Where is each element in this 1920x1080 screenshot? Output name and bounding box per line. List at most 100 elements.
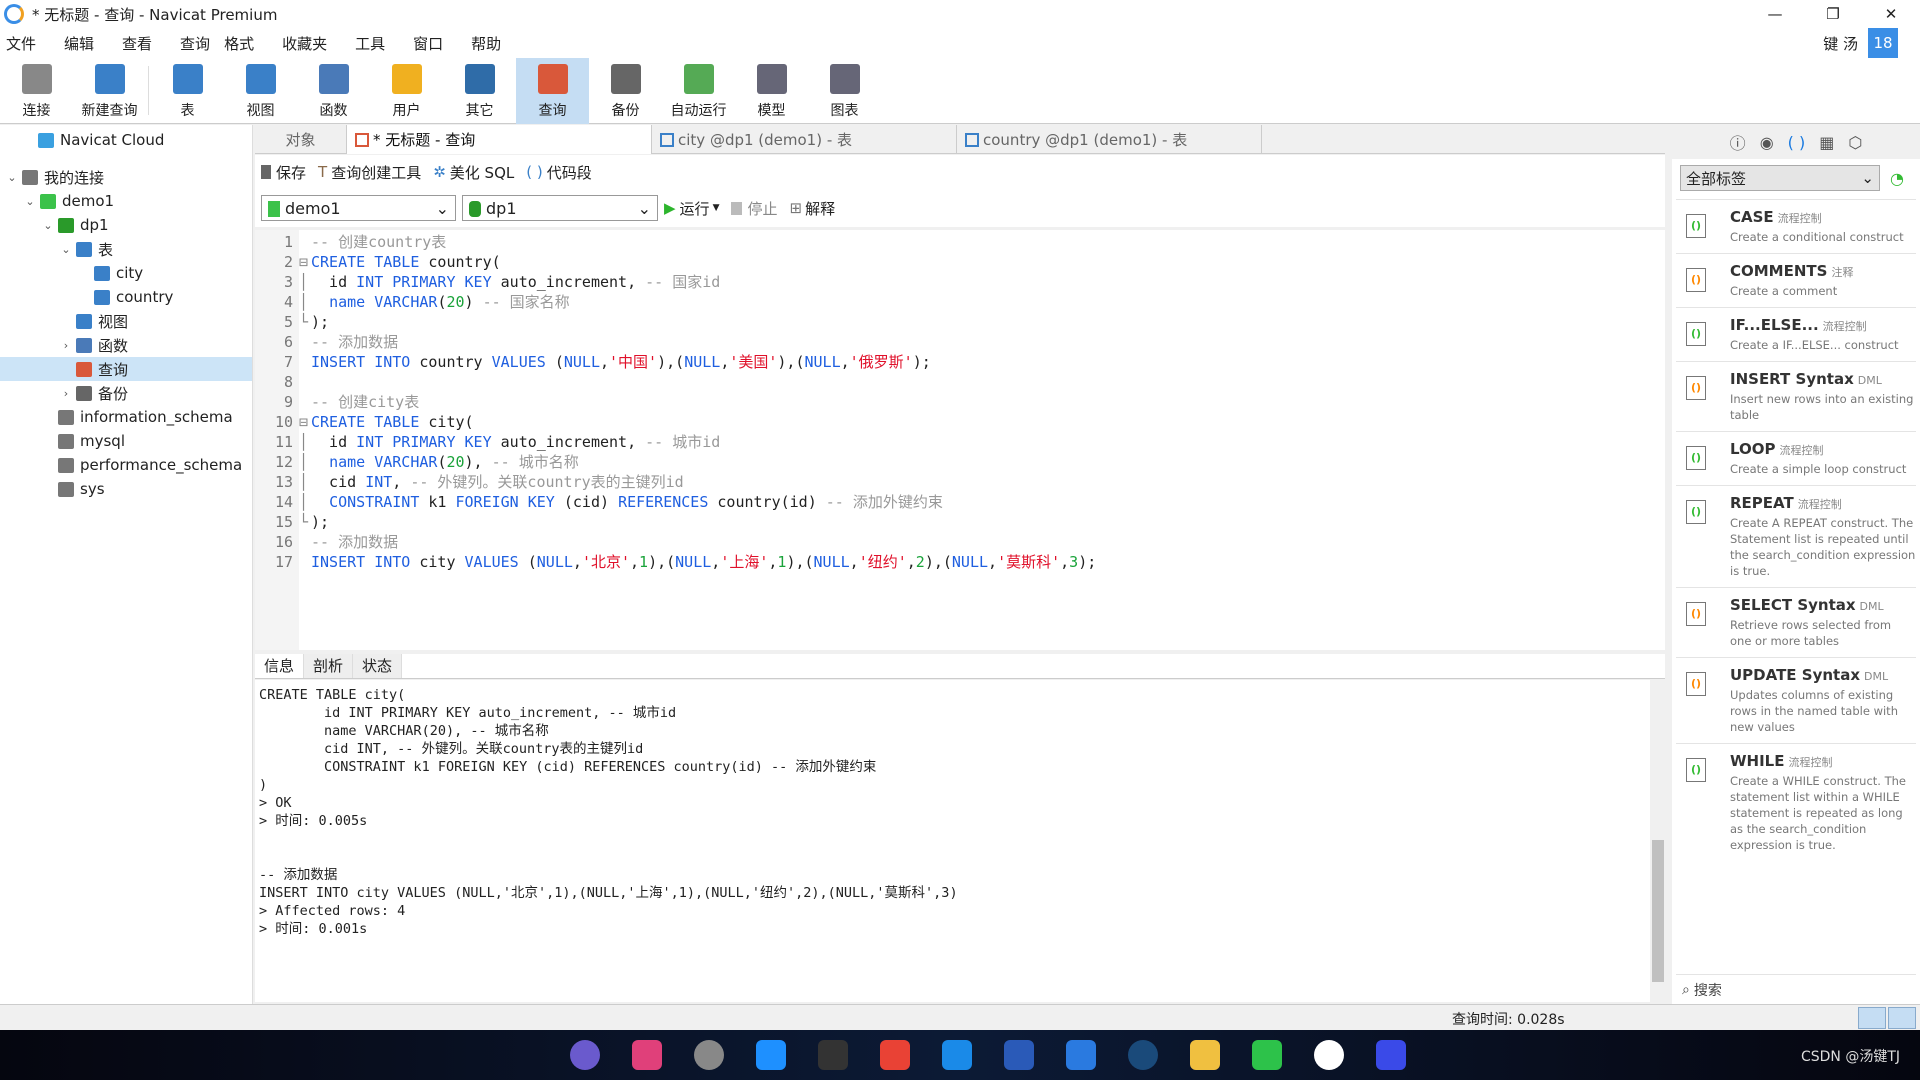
tree-item[interactable]: ⌄ 表 xyxy=(0,237,252,261)
toolbar-new-query-button[interactable]: 新建查询 xyxy=(73,58,146,124)
tree-item[interactable]: Navicat Cloud xyxy=(0,125,252,155)
taskbar-intellij-icon[interactable] xyxy=(632,1040,662,1070)
taskbar-eclipse-icon[interactable] xyxy=(570,1040,600,1070)
toolbar-view-button[interactable]: 视图 xyxy=(224,58,297,124)
snippet-item[interactable]: () REPEAT 流程控制 Create A REPEAT construct. T… xyxy=(1676,485,1916,587)
menu-6[interactable]: 工具 xyxy=(355,33,385,54)
database-select[interactable]: dp1 ⌄ xyxy=(462,195,658,221)
connection-select[interactable]: demo1 ⌄ xyxy=(261,195,456,221)
output-scrollbar[interactable] xyxy=(1650,680,1666,1002)
snippet-item[interactable]: () UPDATE Syntax DML Updates columns of exi… xyxy=(1676,657,1916,743)
query-builder-button[interactable]: T 查询创建工具 xyxy=(318,162,421,183)
tree-item[interactable]: mysql xyxy=(0,429,252,453)
menu-2[interactable]: 查看 xyxy=(122,33,152,54)
chevron-right-icon[interactable]: › xyxy=(58,387,74,400)
minimize-button[interactable]: — xyxy=(1746,0,1804,28)
tree-item[interactable]: sys xyxy=(0,477,252,501)
tag-filter-select[interactable]: 全部标签 ⌄ xyxy=(1680,165,1880,191)
tree-item[interactable]: city xyxy=(0,261,252,285)
menu-8[interactable]: 帮助 xyxy=(471,33,501,54)
toolbar-function-button[interactable]: 函数 xyxy=(297,58,370,124)
taskbar-app3-icon[interactable] xyxy=(1376,1040,1406,1070)
taskbar-explorer-icon[interactable] xyxy=(1190,1040,1220,1070)
scrollbar-thumb[interactable] xyxy=(1652,840,1664,982)
tree-item[interactable]: country xyxy=(0,285,252,309)
result-tab-0[interactable]: 信息 xyxy=(255,654,305,678)
chevron-down-icon[interactable]: ⌄ xyxy=(4,171,20,184)
add-snippet-icon[interactable]: ◔ xyxy=(1890,169,1904,188)
toolbar-backup-button[interactable]: 备份 xyxy=(589,58,662,124)
snippet-item[interactable]: () COMMENTS 注释 Create a comment xyxy=(1676,253,1916,307)
tree-item[interactable]: › 备份 xyxy=(0,381,252,405)
explain-button[interactable]: ⊞ 解释 xyxy=(790,198,836,219)
fold-toggle-icon[interactable]: ⊟ xyxy=(299,412,311,432)
tab-2[interactable]: city @dp1 (demo1) - 表 xyxy=(652,125,957,154)
toolbar-tools-button[interactable]: 其它 xyxy=(443,58,516,124)
snippet-item[interactable]: () INSERT Syntax DML Insert new rows into a… xyxy=(1676,361,1916,431)
tree-item[interactable]: information_schema xyxy=(0,405,252,429)
toolbar-schedule-button[interactable]: 自动运行 xyxy=(662,58,735,124)
menu-5[interactable]: 收藏夹 xyxy=(282,33,327,54)
toolbar-plug-button[interactable]: 连接 xyxy=(0,58,73,124)
tab-1[interactable]: * 无标题 - 查询 xyxy=(347,125,652,154)
result-tab-2[interactable]: 状态 xyxy=(353,654,403,678)
toolbar-model-button[interactable]: 模型 xyxy=(735,58,808,124)
taskbar-terminal-icon[interactable] xyxy=(818,1040,848,1070)
code-snippet-button[interactable]: ( ) 代码段 xyxy=(526,162,592,183)
snippet-search-input[interactable]: ⌕ 搜索 xyxy=(1676,974,1916,1004)
tree-item[interactable]: ⌄ dp1 xyxy=(0,213,252,237)
chevron-down-icon[interactable]: ⌄ xyxy=(58,243,74,256)
tree-item[interactable]: ⌄ demo1 xyxy=(0,189,252,213)
snippet-item[interactable]: () SELECT Syntax DML Retrieve rows selected… xyxy=(1676,587,1916,657)
close-button[interactable]: ✕ xyxy=(1862,0,1920,28)
taskbar-visio-icon[interactable] xyxy=(1004,1040,1034,1070)
layout-left-button[interactable] xyxy=(1858,1007,1886,1029)
taskbar-wechat-icon[interactable] xyxy=(1252,1040,1282,1070)
taskbar-steam-icon[interactable] xyxy=(1128,1040,1158,1070)
notification-badge[interactable]: 18 xyxy=(1868,28,1898,58)
toolbar-chart-button[interactable]: 图表 xyxy=(808,58,881,124)
tree-item[interactable]: › 函数 xyxy=(0,333,252,357)
layout-right-button[interactable] xyxy=(1888,1007,1916,1029)
taskbar-app2-icon[interactable] xyxy=(1314,1040,1344,1070)
snippet-item[interactable]: () IF...ELSE... 流程控制 Create a IF...ELSE... … xyxy=(1676,307,1916,361)
menu-0[interactable]: 文件 xyxy=(6,33,36,54)
result-tab-1[interactable]: 剖析 xyxy=(304,654,354,678)
save-button[interactable]: 保存 xyxy=(261,162,306,183)
menu-3[interactable]: 查询 xyxy=(180,33,210,54)
taskbar-vscode-icon[interactable] xyxy=(942,1040,972,1070)
beautify-sql-button[interactable]: ✲ 美化 SQL xyxy=(433,162,514,183)
stop-button[interactable]: 停止 xyxy=(731,198,778,219)
tree-item[interactable]: ⌄ 我的连接 xyxy=(0,165,252,189)
taskbar-todo-icon[interactable] xyxy=(1066,1040,1096,1070)
snippet-icon[interactable]: ( ) xyxy=(1788,133,1806,152)
taskbar-chrome-icon[interactable] xyxy=(880,1040,910,1070)
restore-button[interactable]: ❐ xyxy=(1804,0,1862,28)
preview-icon[interactable]: ◉ xyxy=(1760,133,1774,152)
tree-item[interactable]: 视图 xyxy=(0,309,252,333)
taskbar-app-icon[interactable] xyxy=(756,1040,786,1070)
info-icon[interactable]: ⓘ xyxy=(1730,130,1746,154)
settings-icon[interactable]: ⬡ xyxy=(1848,133,1862,152)
user-name[interactable]: 键 汤 xyxy=(1823,33,1858,54)
taskbar-navicat-icon[interactable] xyxy=(694,1040,724,1070)
tab-0[interactable]: 对象 xyxy=(255,125,347,154)
snippet-item[interactable]: () LOOP 流程控制 Create a simple loop construct xyxy=(1676,431,1916,485)
fold-toggle-icon[interactable]: ⊟ xyxy=(299,252,311,272)
tree-item[interactable]: performance_schema xyxy=(0,453,252,477)
grid-icon[interactable]: ▦ xyxy=(1819,133,1834,152)
chevron-right-icon[interactable]: › xyxy=(58,339,74,352)
tree-item[interactable]: 查询 xyxy=(0,357,252,381)
toolbar-query-button[interactable]: 查询 xyxy=(516,58,589,124)
snippet-item[interactable]: () WHILE 流程控制 Create a WHILE construct. The… xyxy=(1676,743,1916,861)
tab-3[interactable]: country @dp1 (demo1) - 表 xyxy=(957,125,1262,154)
sql-editor[interactable]: 1 -- 创建country表 2 ⊟ CREATE TABLE country(3 │… xyxy=(255,230,1665,650)
toolbar-user-button[interactable]: 用户 xyxy=(370,58,443,124)
snippet-item[interactable]: () CASE 流程控制 Create a conditional construct xyxy=(1676,199,1916,253)
toolbar-table-button[interactable]: 表 xyxy=(151,58,224,124)
menu-4[interactable]: 格式 xyxy=(224,33,254,54)
menu-1[interactable]: 编辑 xyxy=(64,33,94,54)
chevron-down-icon[interactable]: ⌄ xyxy=(40,219,56,232)
run-button[interactable]: ▶ 运行 ▼ xyxy=(664,198,719,219)
chevron-down-icon[interactable]: ⌄ xyxy=(22,195,38,208)
